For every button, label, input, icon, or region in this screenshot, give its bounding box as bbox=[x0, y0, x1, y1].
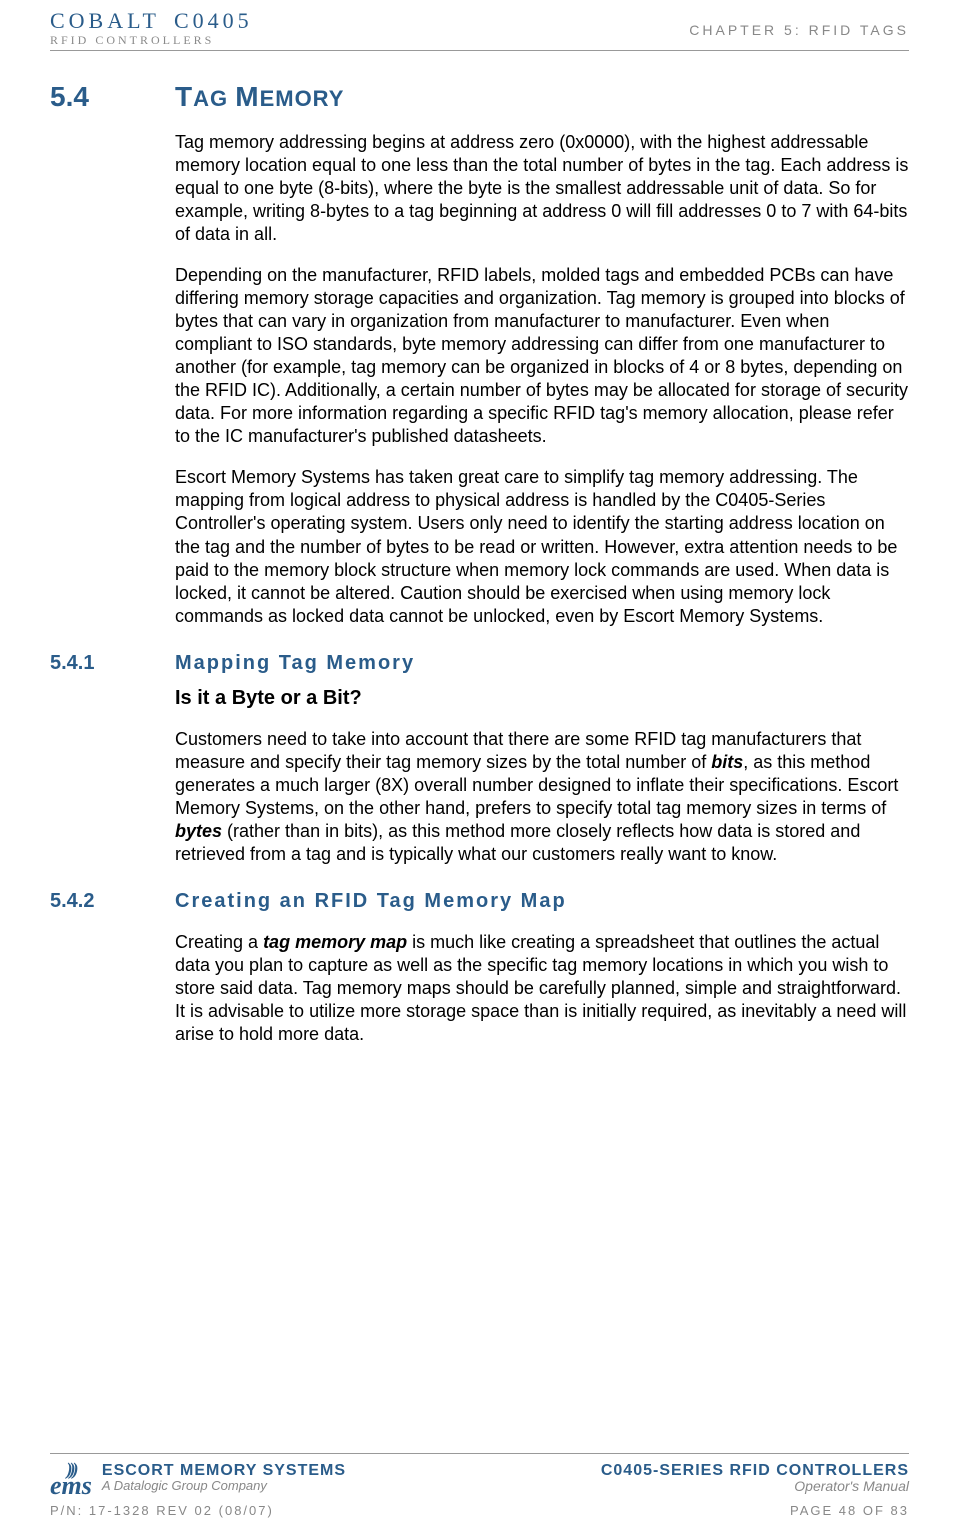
section-title-part: T bbox=[175, 81, 193, 112]
emphasis-bits: bits bbox=[711, 752, 743, 772]
footer-company-sub: A Datalogic Group Company bbox=[102, 1479, 346, 1493]
body-paragraph: Depending on the manufacturer, RFID labe… bbox=[175, 264, 909, 448]
text-run: (rather than in bits), as this method mo… bbox=[175, 821, 860, 864]
section-title: TAG MEMORY bbox=[175, 81, 344, 113]
subsection-heading: 5.4.1 Mapping Tag Memory bbox=[50, 652, 909, 675]
section-heading: 5.4 TAG MEMORY bbox=[50, 81, 909, 113]
body-paragraph: Tag memory addressing begins at address … bbox=[175, 131, 909, 246]
footer-company-name: ESCORT MEMORY SYSTEMS bbox=[102, 1462, 346, 1480]
brand-model: C0405 bbox=[174, 10, 253, 32]
footer-company-block: ))) ems ESCORT MEMORY SYSTEMS A Datalogi… bbox=[50, 1462, 346, 1497]
emphasis-memory-map: tag memory map bbox=[263, 932, 407, 952]
subsection-number: 5.4.2 bbox=[50, 890, 145, 913]
footer-page-number: PAGE 48 OF 83 bbox=[790, 1503, 909, 1518]
subsection-title: Creating an RFID Tag Memory Map bbox=[175, 890, 567, 913]
body-paragraph: Creating a tag memory map is much like c… bbox=[175, 931, 909, 1046]
body-paragraph: Escort Memory Systems has taken great ca… bbox=[175, 466, 909, 627]
ems-logo-icon: ))) ems bbox=[50, 1462, 92, 1497]
footer-product-block: C0405-SERIES RFID CONTROLLERS Operator's… bbox=[601, 1462, 909, 1495]
subsection-number: 5.4.1 bbox=[50, 652, 145, 675]
footer-product-name: C0405-SERIES RFID CONTROLLERS bbox=[601, 1462, 909, 1480]
ems-logo-text: ems bbox=[50, 1471, 92, 1500]
footer-part-number: P/N: 17-1328 REV 02 (08/07) bbox=[50, 1503, 274, 1518]
section-number: 5.4 bbox=[50, 81, 145, 113]
section-title-part: EMORY bbox=[260, 86, 345, 111]
section-title-part: AG bbox=[193, 86, 235, 111]
brand-name: COBALT bbox=[50, 10, 160, 32]
footer-product-sub: Operator's Manual bbox=[601, 1479, 909, 1494]
text-run: Creating a bbox=[175, 932, 263, 952]
subsection-heading: 5.4.2 Creating an RFID Tag Memory Map bbox=[50, 890, 909, 913]
main-content: 5.4 TAG MEMORY Tag memory addressing beg… bbox=[50, 81, 909, 1046]
page-footer: ))) ems ESCORT MEMORY SYSTEMS A Datalogi… bbox=[50, 1453, 909, 1518]
emphasis-bytes: bytes bbox=[175, 821, 222, 841]
body-paragraph: Customers need to take into account that… bbox=[175, 728, 909, 866]
brand-subtitle: RFID CONTROLLERS bbox=[50, 34, 253, 46]
chapter-label: CHAPTER 5: RFID TAGS bbox=[689, 22, 909, 38]
brand-block: COBALT C0405 RFID CONTROLLERS bbox=[50, 10, 253, 46]
page-header: COBALT C0405 RFID CONTROLLERS CHAPTER 5:… bbox=[50, 10, 909, 51]
subsection-title: Mapping Tag Memory bbox=[175, 652, 415, 675]
section-title-part: M bbox=[235, 81, 259, 112]
sub-heading: Is it a Byte or a Bit? bbox=[175, 687, 909, 710]
